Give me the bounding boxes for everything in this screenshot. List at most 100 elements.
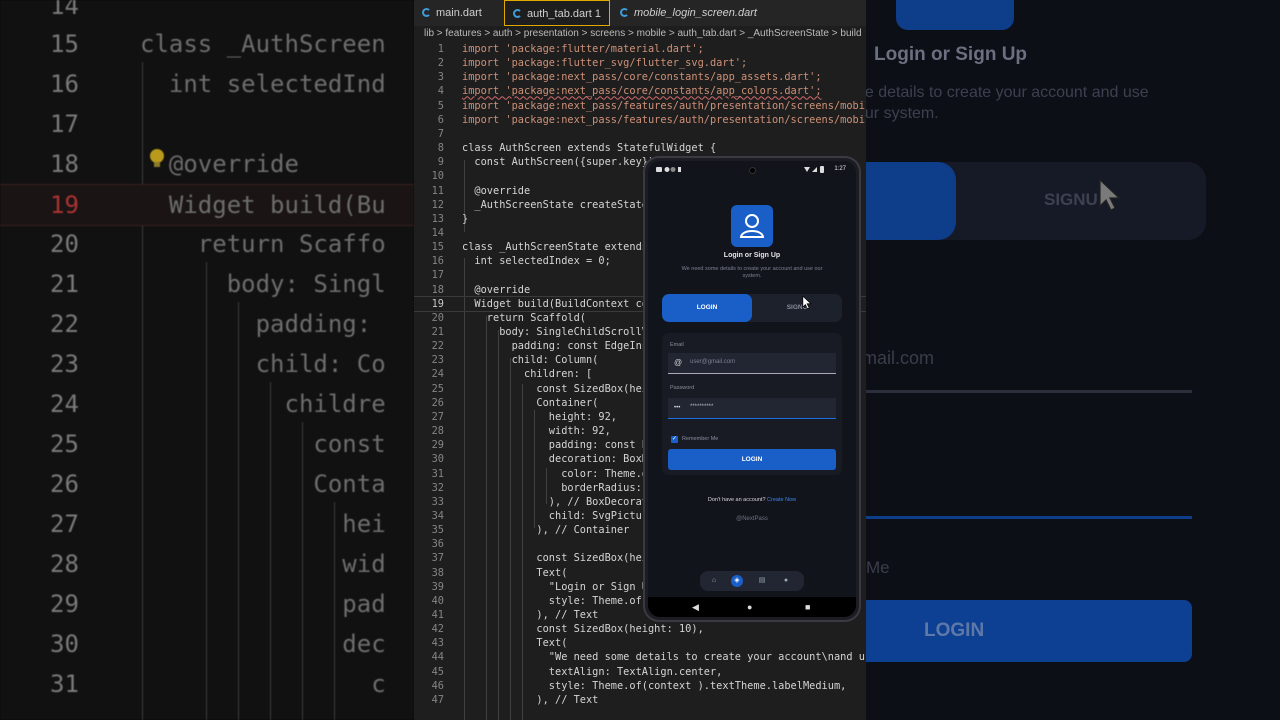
code-text: _AuthScreenState createState( [462, 198, 655, 211]
folder-icon[interactable]: ▤ [756, 575, 768, 587]
code-text: ), // Text [462, 609, 599, 621]
line-number: 31 [431, 467, 444, 480]
line-number: 1 [437, 43, 444, 55]
line-number: 10 [431, 170, 444, 183]
code-text: @override [462, 184, 531, 197]
signal-battery-icon [804, 166, 824, 173]
line-number: 4 [437, 85, 444, 98]
create-now-link[interactable]: Create Now [767, 497, 796, 503]
line-number: 15 [431, 241, 444, 254]
code-text: const SizedBox(height: 10), [462, 623, 704, 636]
code-line[interactable]: 3 import 'package:next_pass/core/constant… [414, 70, 866, 84]
line-number: 24 [431, 368, 444, 381]
line-number: 27 [431, 410, 444, 423]
shield-icon[interactable]: ◈ [731, 575, 743, 587]
line-number: 21 [431, 326, 444, 338]
code-line[interactable]: 45 textAlign: TextAlign.center, [414, 665, 866, 679]
zoom-login-button: LOGIN [866, 600, 1192, 662]
tab-mobile-login-screen[interactable]: mobile_login_screen.dart [612, 0, 762, 26]
code-line[interactable]: 43 Text( [414, 636, 866, 650]
breadcrumb[interactable]: lib > features > auth > presentation > s… [424, 26, 862, 42]
zoom-line: 26 Conta [50, 470, 386, 498]
code-line[interactable]: 5 import 'package:next_pass/features/auth… [414, 99, 866, 113]
status-bar: 1:27 [648, 161, 856, 179]
line-number: 40 [431, 594, 444, 607]
code-line[interactable]: 44 "We need some details to create your … [414, 650, 866, 664]
line-number: 29 [431, 439, 444, 452]
zoom-line: 23 child: Co [50, 350, 386, 378]
dart-file-icon [422, 8, 431, 17]
dart-file-icon [513, 9, 522, 18]
code-line[interactable]: 1 import 'package:flutter/material.dart'; [414, 42, 866, 56]
tab-main-dart[interactable]: main.dart [414, 0, 502, 26]
home-button-icon[interactable]: ● [747, 601, 752, 613]
recents-icon[interactable]: ■ [805, 601, 810, 613]
line-number: 7 [437, 127, 444, 140]
code-text: padding: const EdgeInset [462, 340, 661, 353]
code-text: borderRadius: Bo [462, 481, 661, 494]
code-line[interactable]: 47 ), // Text [414, 693, 866, 707]
zoom-line: 31 c [50, 670, 386, 698]
profile-icon[interactable]: ● [780, 575, 792, 587]
line-number: 42 [431, 623, 444, 636]
lightbulb-icon [148, 148, 166, 170]
line-number: 38 [431, 566, 444, 579]
code-text: ), // Container [462, 524, 630, 537]
line-number: 47 [431, 693, 444, 706]
zoom-line: 16 int selectedInd [50, 70, 386, 98]
code-text: import 'package:next_pass/features/auth/… [462, 113, 866, 126]
line-number: 17 [431, 269, 444, 282]
tab-signup[interactable]: SIGNU [752, 294, 842, 322]
zoom-remember: Me [866, 558, 890, 577]
zoomed-phone-right: Login or Sign Up he details to create yo… [866, 0, 1280, 720]
android-nav-bar: ◀ ● ■ [648, 597, 856, 617]
line-number: 9 [437, 156, 444, 169]
signup-prompt: Don't have an account? Create Now [648, 497, 856, 503]
code-line[interactable]: 42 const SizedBox(height: 10), [414, 622, 866, 636]
code-text: height: 92, [462, 410, 617, 423]
tab-login[interactable]: LOGIN [662, 294, 752, 322]
zoom-line: 29 pad [50, 590, 386, 618]
line-number: 12 [431, 198, 444, 211]
code-text: import 'package:next_pass/core/constants… [462, 85, 822, 98]
code-line[interactable]: 8 class AuthScreen extends StatefulWidget… [414, 141, 866, 155]
code-text: body: SingleChildScrollVie [462, 326, 661, 338]
back-icon[interactable]: ◀ [692, 601, 699, 613]
line-number: 16 [431, 255, 444, 268]
notification-icons [656, 167, 681, 172]
line-number: 25 [431, 382, 444, 395]
bottom-nav: ⌂ ◈ ▤ ● [700, 571, 804, 591]
code-line[interactable]: 7 [414, 127, 866, 141]
code-text: import 'package:flutter/material.dart'; [462, 43, 704, 55]
password-field[interactable]: ••• ********** [668, 398, 836, 419]
line-number: 3 [437, 71, 444, 84]
code-text: @override [462, 283, 531, 296]
zoom-line: 15 class _AuthScreen [50, 30, 386, 58]
line-number: 44 [431, 651, 444, 664]
code-text: decoration: BoxDec [462, 453, 661, 466]
dart-file-icon [620, 8, 629, 17]
email-field[interactable]: @ user@gmail.com [668, 353, 836, 374]
zoom-divider [866, 516, 1192, 519]
line-number: 41 [431, 609, 444, 621]
remember-me-checkbox[interactable]: ✓ [671, 436, 678, 443]
zoom-signup-tab: SIGNU [1044, 190, 1098, 209]
login-button[interactable]: LOGIN [668, 449, 836, 470]
zoom-email: mail.com [866, 348, 935, 368]
line-number: 26 [431, 396, 444, 409]
code-text: child: Column( [462, 354, 599, 367]
home-icon[interactable]: ⌂ [708, 575, 720, 587]
code-text: class AuthScreen extends StatefulWidget … [462, 142, 717, 155]
page-title: Login or Sign Up [723, 252, 781, 259]
code-line[interactable]: 6 import 'package:next_pass/features/auth… [414, 113, 866, 127]
code-line[interactable]: 4 import 'package:next_pass/core/constant… [414, 84, 866, 98]
line-number: 30 [431, 453, 444, 466]
code-text: class _AuthScreenState extends S [462, 241, 661, 254]
code-line[interactable]: 46 style: Theme.of(context ).textTheme.l… [414, 679, 866, 693]
line-number: 23 [431, 354, 444, 367]
code-line[interactable]: 2 import 'package:flutter_svg/flutter_svg… [414, 56, 866, 70]
zoom-line: 14 [50, 0, 79, 20]
code-text: return Scaffold( [462, 311, 586, 324]
tab-auth-tab-dart[interactable]: auth_tab.dart 1 [504, 0, 610, 26]
zoomed-code-left: 14 15 class _AuthScreen 16 int selectedIn… [0, 0, 414, 720]
